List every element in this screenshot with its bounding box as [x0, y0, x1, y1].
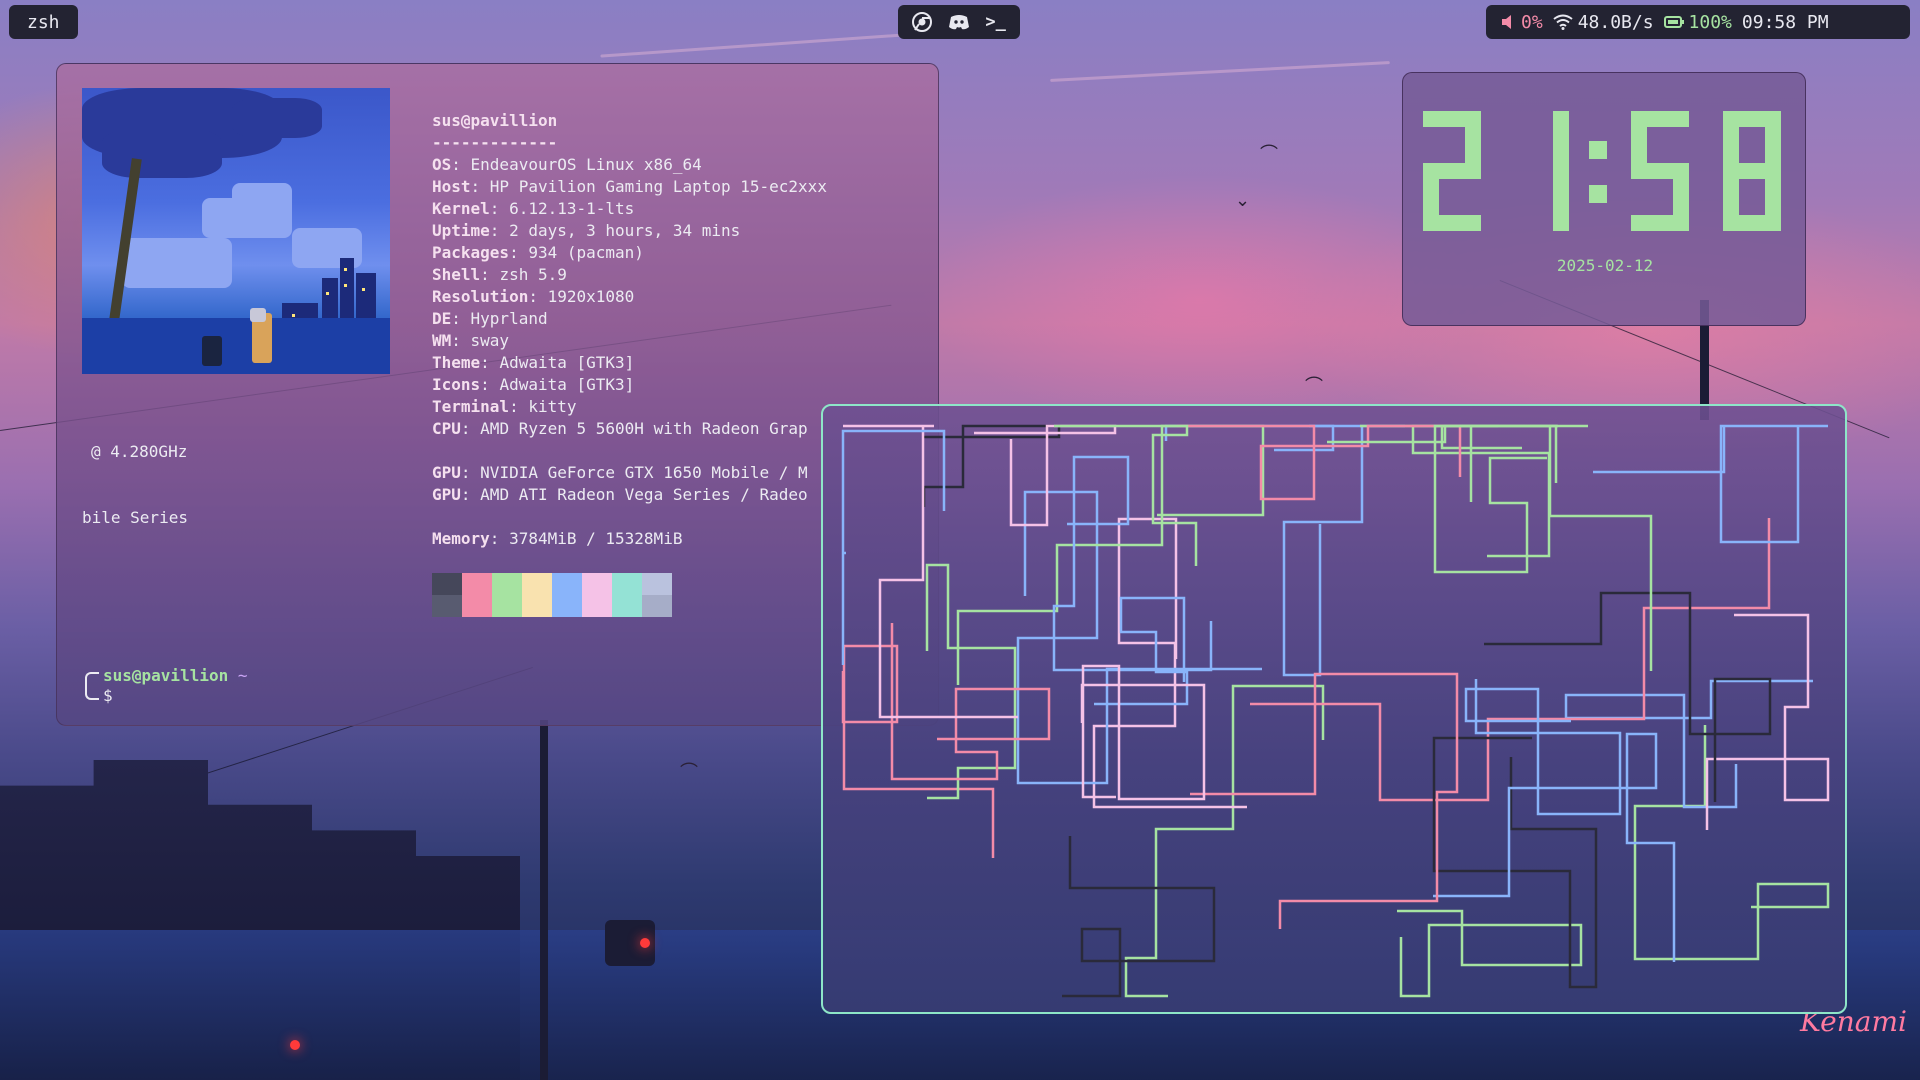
workspace-label: zsh: [27, 11, 60, 33]
pixel-art-logo: [82, 88, 390, 374]
sky-streak: [1050, 61, 1390, 82]
pipe-segment: [1080, 664, 1206, 801]
network-module[interactable]: 48.0B/s: [1553, 12, 1654, 33]
pipe-segment: [1593, 424, 1828, 544]
speaker-icon: [1502, 15, 1511, 29]
info-row-uptime: Uptime: 2 days, 3 hours, 34 mins: [432, 221, 741, 240]
pipe-segment: [1177, 424, 1462, 501]
pipe-segment: [843, 424, 1018, 719]
pipe-segment: [1282, 424, 1405, 677]
prompt-bracket: [85, 672, 99, 700]
pipe-segment: [1124, 684, 1325, 998]
chrome-icon[interactable]: [910, 10, 934, 34]
info-row-icons: Icons: Adwaita [GTK3]: [432, 375, 635, 394]
pipes-terminal-window[interactable]: [821, 404, 1847, 1014]
info-row-theme: Theme: Adwaita [GTK3]: [432, 353, 635, 372]
info-row-packages: Packages: 934 (pacman): [432, 243, 644, 262]
palette-swatch: [552, 573, 582, 617]
bird-icon: ⌒: [680, 762, 698, 783]
cpu-overflow-text: @ 4.280GHz: [91, 442, 188, 461]
info-row-kernel: Kernel: 6.12.13-1-lts: [432, 199, 635, 218]
clock-date: 2025-02-12: [1556, 256, 1654, 275]
info-separator: -------------: [432, 133, 558, 152]
info-row-os: OS: EndeavourOS Linux x86_64: [432, 155, 702, 174]
info-row-wm: WM: sway: [432, 331, 510, 350]
pipe-segment: [1092, 517, 1247, 809]
info-header: sus@pavillion: [432, 111, 558, 130]
volume-module[interactable]: 0%: [1500, 12, 1543, 33]
palette-swatch: [582, 573, 612, 617]
bird-icon: ⌄: [1235, 190, 1251, 211]
bar-time: 09:58 PM: [1741, 11, 1829, 33]
info-row-host: Host: HP Pavilion Gaming Laptop 15-ec2xx…: [432, 177, 827, 196]
wifi-icon: [1553, 14, 1573, 30]
battery-icon: [1663, 16, 1684, 28]
big-clock-time: [1423, 111, 1781, 231]
pipe-segment: [925, 563, 1017, 800]
terminal-icon[interactable]: >_: [984, 10, 1008, 34]
info-row-resolution: Resolution: 1920x1080: [432, 287, 635, 306]
battery-module[interactable]: 100%: [1663, 11, 1732, 33]
discord-icon[interactable]: [947, 10, 971, 34]
pipe-segment: [1705, 613, 1830, 830]
clock-digit: [1723, 111, 1781, 231]
app-launcher-bar: >_: [898, 5, 1020, 39]
gpu-overflow-text: bile Series: [82, 508, 188, 527]
pipes-animation: [841, 424, 1830, 998]
red-light: [290, 1040, 300, 1050]
prompt-user: sus@pavillion ~: [103, 666, 248, 685]
prompt-symbol: $: [103, 686, 113, 705]
pipe-segment: [956, 424, 1265, 685]
palette-swatch: [462, 573, 492, 617]
info-row-de: DE: Hyprland: [432, 309, 548, 328]
status-bar: 0% 48.0B/s 100% 09:58 PM: [1486, 5, 1910, 39]
battery-value: 100%: [1688, 11, 1732, 33]
pipe-segment: [1433, 732, 1676, 962]
pipe-segment: [974, 424, 1117, 527]
palette-swatch: [492, 573, 522, 617]
pixel-water: [82, 318, 390, 374]
info-row-shell: Shell: zsh 5.9: [432, 265, 567, 284]
utility-pole: [540, 720, 548, 1080]
clock-colon: [1589, 141, 1607, 203]
workspace-indicator[interactable]: zsh: [9, 5, 78, 39]
bird-icon: ⌒: [1260, 144, 1278, 165]
palette-swatch: [612, 573, 642, 617]
clock-digit: [1631, 111, 1689, 231]
color-palette: [432, 573, 672, 617]
palette-swatch: [522, 573, 552, 617]
clock-digit: [1423, 111, 1481, 231]
clock-widget: 2025-02-12: [1402, 72, 1806, 326]
pipe-segment: [1360, 424, 1558, 483]
palette-swatch: [642, 573, 672, 617]
pipe-segment: [841, 429, 946, 665]
terminal-window[interactable]: sus@pavillion ------------- OS: Endeavou…: [56, 63, 939, 726]
terminal-glyph: >_: [985, 12, 1006, 32]
pipe-segment: [1062, 836, 1216, 998]
network-speed: 48.0B/s: [1577, 11, 1654, 33]
pipe-segment: [890, 623, 1051, 781]
clock-digit: [1553, 111, 1569, 231]
traffic-light-red: [640, 938, 650, 948]
clock-module[interactable]: 09:58 PM: [1742, 12, 1829, 33]
pipe-segment: [1397, 909, 1583, 998]
palette-swatch: [432, 573, 462, 617]
pipe-segment: [1432, 736, 1598, 989]
bird-icon: ⌒: [1305, 376, 1323, 397]
volume-value: 0%: [1521, 11, 1543, 33]
